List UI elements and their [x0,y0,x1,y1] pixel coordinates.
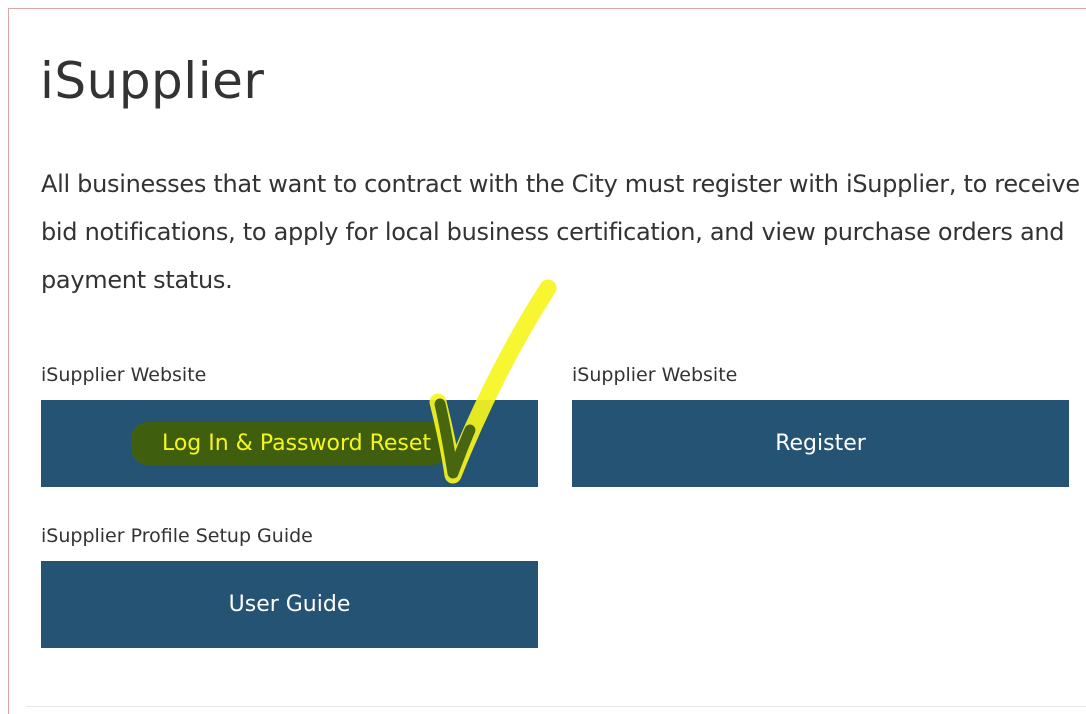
user-guide-button[interactable]: User Guide [41,561,538,648]
left-divider [8,8,9,714]
login-password-reset-button[interactable]: Log In & Password Reset [41,400,538,487]
register-button[interactable]: Register [572,400,1069,487]
bottom-divider [26,706,1086,707]
login-button-label: Log In & Password Reset [133,425,446,462]
guide-section-label: iSupplier Profile Setup Guide [41,525,313,547]
register-section-label: iSupplier Website [572,364,738,386]
page-title: iSupplier [40,52,265,110]
page-description: All businesses that want to contract wit… [41,170,1080,294]
top-divider [8,8,1086,9]
page-frame: iSupplier All businesses that want to co… [0,0,1086,714]
register-button-label: Register [775,431,866,456]
user-guide-button-label: User Guide [228,592,351,617]
login-section-label: iSupplier Website [41,364,207,386]
